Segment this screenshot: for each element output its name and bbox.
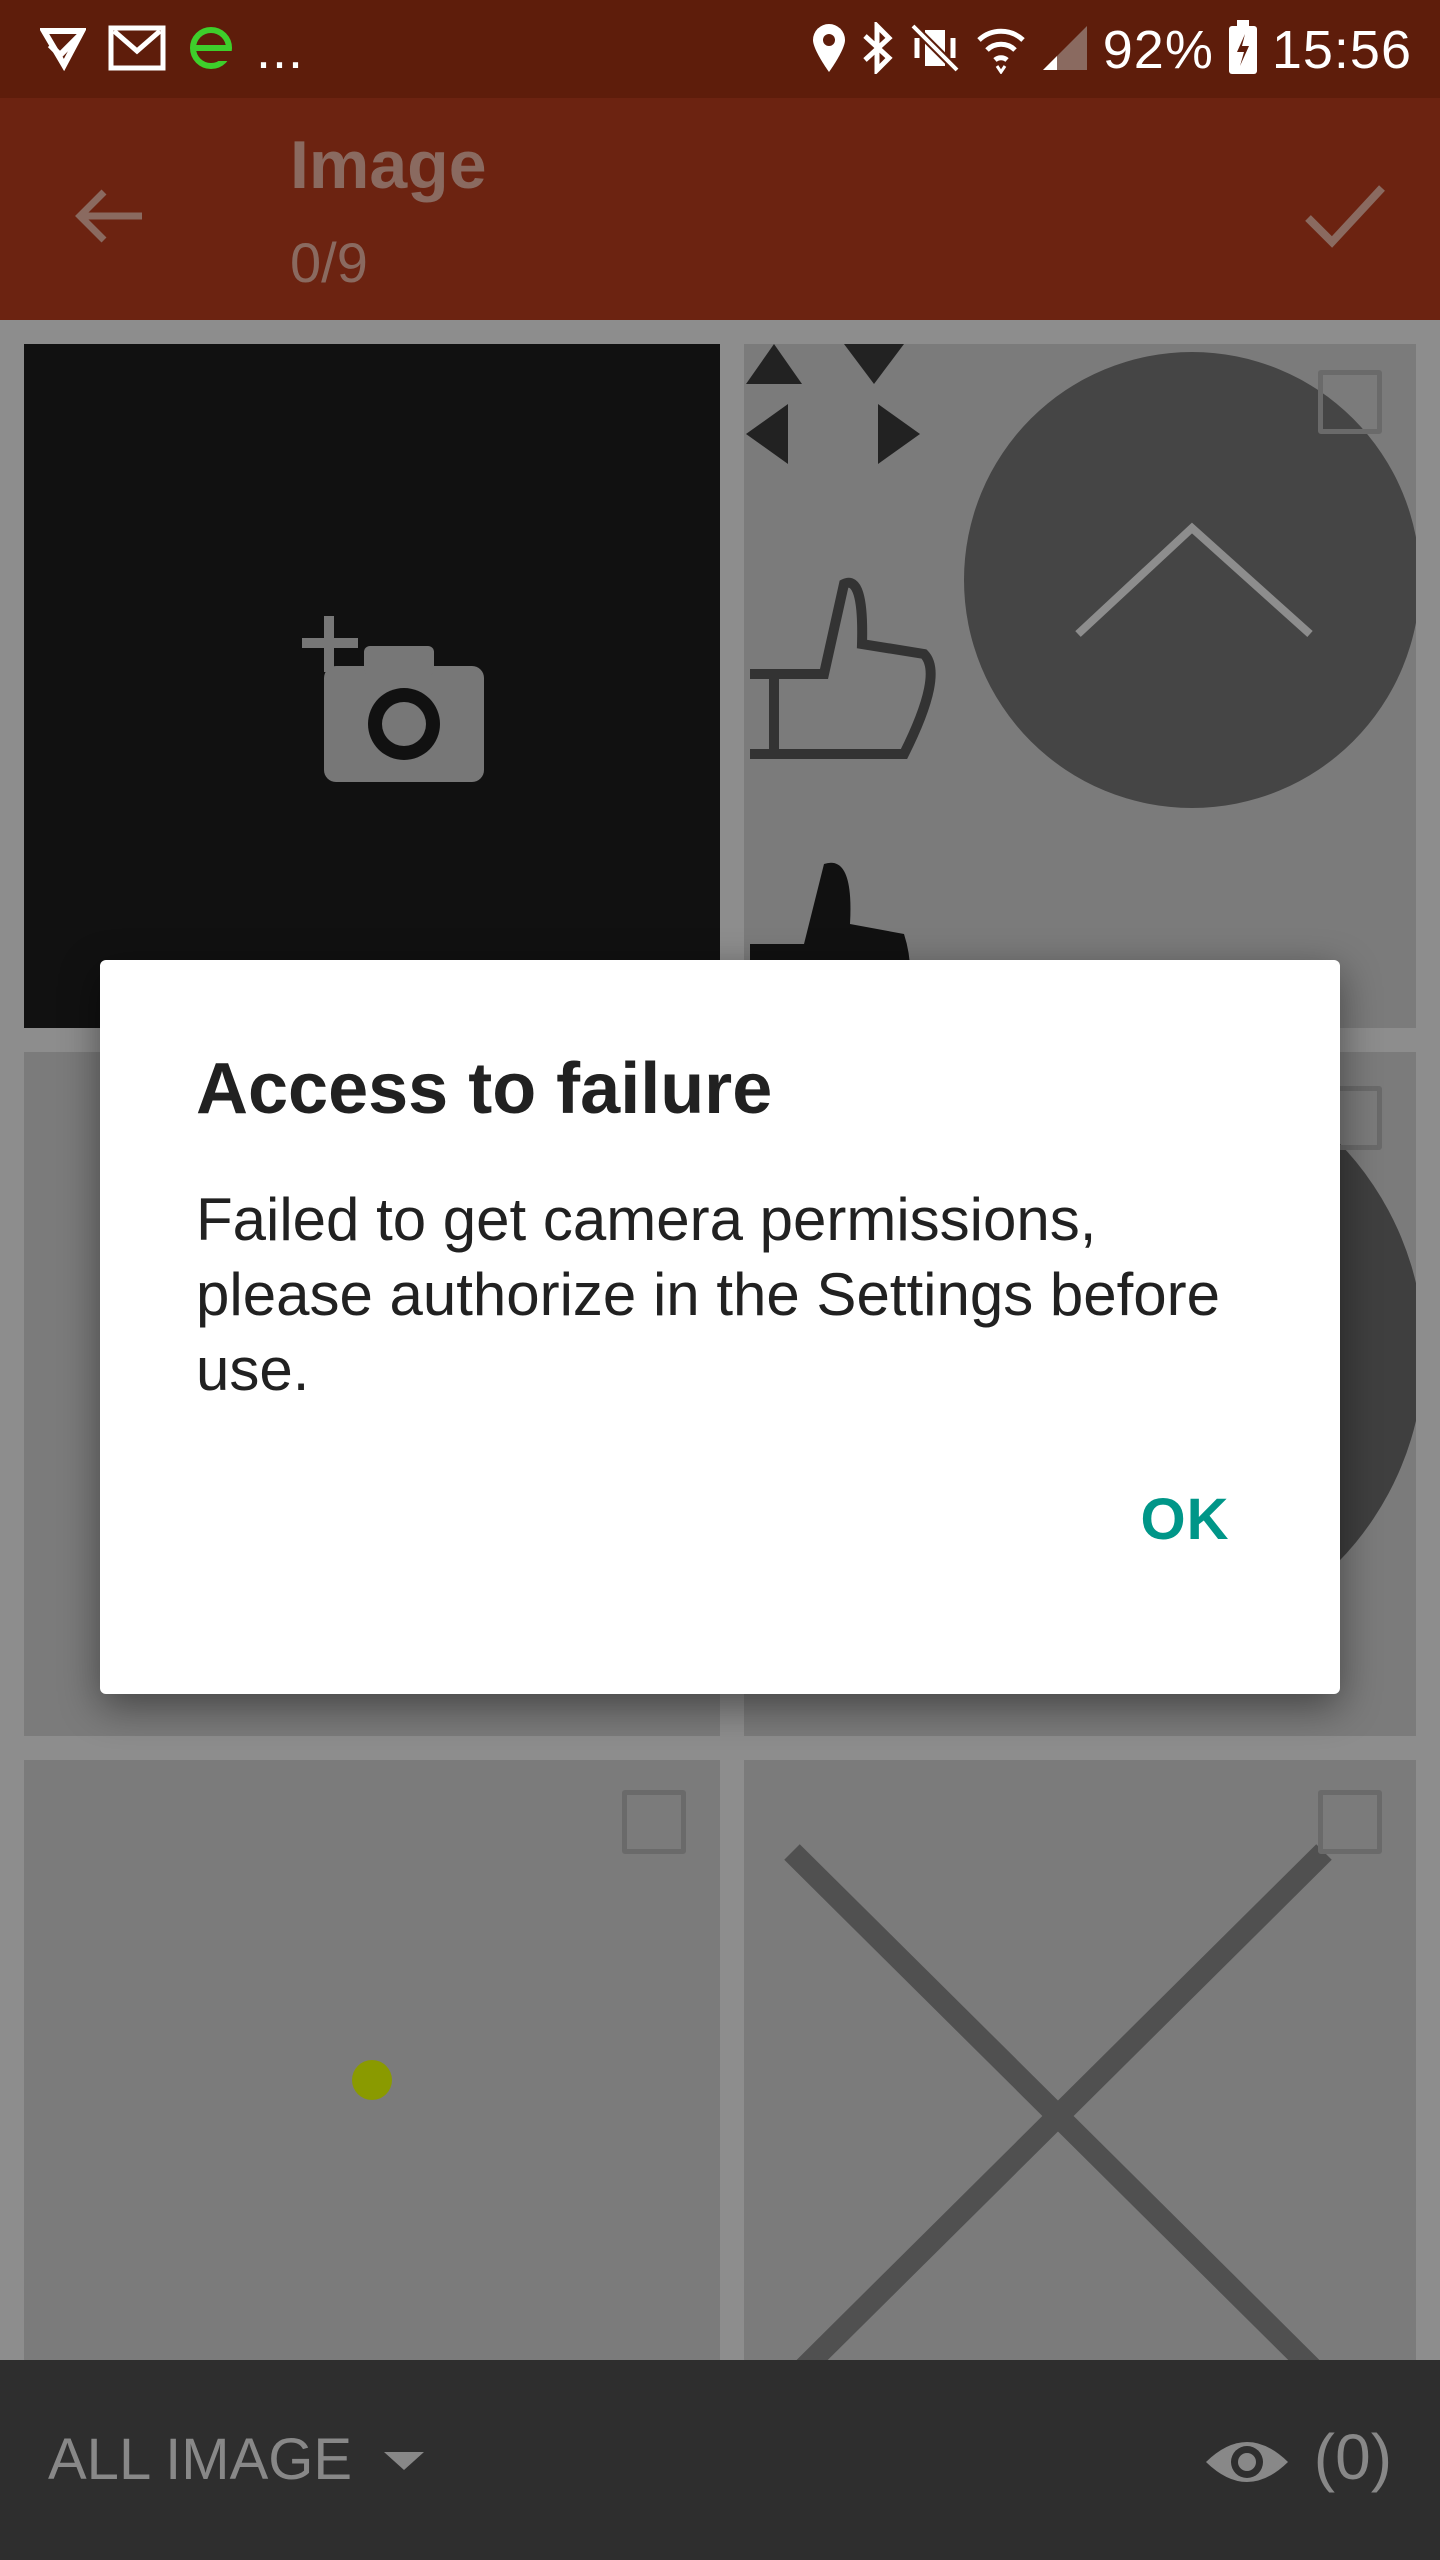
- location-icon: [811, 22, 847, 79]
- bluetooth-icon: [861, 19, 895, 79]
- status-bar: ... 92% 15:56: [0, 0, 1440, 98]
- image-tile[interactable]: [744, 344, 1416, 1028]
- battery-percent: 92%: [1102, 20, 1214, 80]
- folder-selector[interactable]: ALL IMAGE: [48, 2426, 352, 2493]
- battery-charging-icon: [1228, 19, 1258, 81]
- ok-button[interactable]: OK: [1080, 1470, 1290, 1570]
- eye-icon[interactable]: [1202, 2432, 1292, 2492]
- system-icons: 92% 15:56: [811, 14, 1412, 86]
- permission-dialog: Access to failure Failed to get camera p…: [100, 960, 1340, 1694]
- wifi-icon: [975, 22, 1027, 79]
- page-title: Image: [290, 127, 487, 203]
- thumbnail-image: [352, 2060, 392, 2100]
- signal-icon: [1041, 24, 1089, 77]
- browser-e-icon: [188, 25, 234, 76]
- selection-count: 0/9: [290, 231, 368, 294]
- image-tile[interactable]: [24, 1760, 720, 2444]
- arrow-left-icon: [75, 189, 142, 243]
- dialog-message: Failed to get camera permissions, please…: [196, 1186, 1221, 1403]
- checklist-icon: [38, 25, 87, 76]
- check-icon: [1305, 185, 1385, 248]
- bottom-bar: ALL IMAGE (0): [0, 2360, 1440, 2560]
- notification-icons: ...: [38, 20, 305, 80]
- preview-count[interactable]: (0): [1314, 2420, 1392, 2494]
- clock: 15:56: [1271, 20, 1412, 80]
- back-button[interactable]: [70, 176, 150, 256]
- add-camera-icon: [302, 616, 484, 782]
- select-checkbox[interactable]: [622, 1790, 686, 1854]
- dialog-title: Access to failure: [196, 1049, 773, 1129]
- confirm-button[interactable]: [1300, 174, 1390, 254]
- more-notifications: ...: [256, 20, 305, 80]
- select-checkbox[interactable]: [1318, 1790, 1382, 1854]
- vibrate-mute-icon: [909, 22, 961, 79]
- dropdown-caret-icon: [384, 2452, 424, 2470]
- gmail-icon: [108, 25, 166, 76]
- take-photo-tile[interactable]: [24, 344, 720, 1028]
- select-checkbox[interactable]: [1318, 370, 1382, 434]
- thumbnail-image: [746, 344, 1416, 1028]
- thumbnail-image: [784, 1844, 1332, 2388]
- image-tile[interactable]: [744, 1760, 1416, 2444]
- toolbar: Image 0/9: [0, 98, 1440, 320]
